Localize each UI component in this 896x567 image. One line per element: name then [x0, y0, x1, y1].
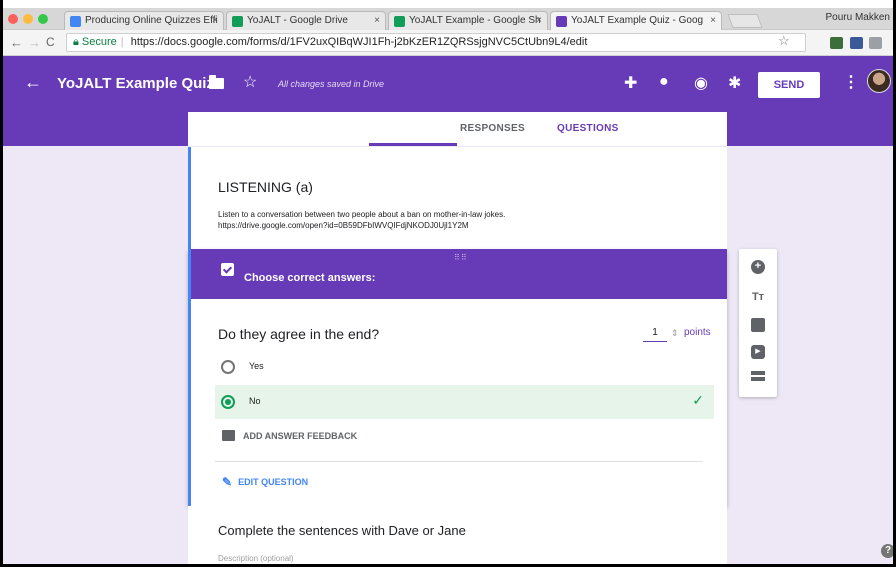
docs-favicon-icon [70, 16, 81, 27]
browser-tab-active[interactable]: YoJALT Example Quiz - Goog × [550, 11, 722, 30]
drive-favicon-icon [232, 16, 243, 27]
add-section-icon[interactable] [751, 371, 765, 381]
divider [215, 461, 703, 462]
question-title[interactable]: Do they agree in the end? [218, 326, 379, 342]
close-tab-icon[interactable]: × [710, 15, 716, 26]
addons-icon[interactable]: ✚ [624, 73, 637, 93]
points-stepper-icon[interactable]: ⇕ [671, 328, 679, 339]
clipped-document-heading [0, 0, 896, 8]
browser-tab-label: Producing Online Quizzes Effi [85, 15, 218, 26]
browser-tab-label: YoJALT Example - Google Sh [409, 15, 541, 26]
radio-button-selected[interactable] [221, 395, 235, 409]
add-answer-feedback-button[interactable]: ADD ANSWER FEEDBACK [222, 430, 357, 441]
edit-question-button[interactable]: ✎ EDIT QUESTION [222, 475, 308, 489]
add-title-icon[interactable]: Tт [751, 290, 765, 304]
next-question-title[interactable]: Complete the sentences with Dave or Jane [218, 523, 466, 538]
description-field[interactable]: Description (optional) [218, 554, 294, 563]
lock-icon: 🔒︎ [73, 36, 79, 48]
feedback-label: ADD ANSWER FEEDBACK [243, 431, 358, 441]
option-label: No [249, 396, 261, 406]
folder-icon[interactable] [209, 75, 224, 89]
tab-responses[interactable]: RESPONSES [460, 123, 525, 134]
extension-icon[interactable] [830, 37, 843, 49]
zoom-window-icon[interactable] [38, 14, 48, 24]
forms-header: ← YoJALT Example Quiz ☆ All changes save… [0, 56, 896, 112]
forms-favicon-icon [556, 16, 567, 27]
address-bar[interactable]: 🔒︎ Secure | https://docs.google.com/forms… [66, 33, 806, 52]
answer-option-correct[interactable]: No ✓ [215, 385, 714, 419]
forward-icon[interactable]: → [28, 35, 41, 50]
form-title[interactable]: YoJALT Example Quiz [57, 75, 214, 92]
pencil-icon: ✎ [222, 475, 233, 489]
send-button[interactable]: SEND [758, 72, 820, 98]
more-vert-icon[interactable]: ⋮ [843, 72, 859, 92]
close-window-icon[interactable] [8, 14, 18, 24]
back-icon[interactable]: ← [10, 35, 23, 50]
extension-icon[interactable] [869, 37, 882, 49]
preview-eye-icon[interactable]: ◉ [694, 73, 708, 93]
active-tab-indicator [369, 143, 457, 146]
drag-handle-icon[interactable]: ⠿⠿ [454, 253, 468, 262]
profile-name[interactable]: Pouru Makken [826, 12, 890, 23]
new-tab-button[interactable] [727, 14, 763, 28]
edit-question-label: EDIT QUESTION [238, 477, 309, 487]
next-question-card[interactable]: Complete the sentences with Dave or Jane… [188, 506, 727, 567]
section-header-card[interactable]: LISTENING (a) Listen to a conversation b… [188, 147, 727, 249]
answer-key-label: Choose correct answers: [244, 272, 376, 284]
browser-tab[interactable]: Producing Online Quizzes Effi × [64, 11, 224, 30]
feedback-icon [222, 430, 235, 441]
radio-button[interactable] [221, 360, 235, 374]
browser-tab-strip: Producing Online Quizzes Effi × YoJALT -… [0, 8, 896, 30]
points-label: points [684, 327, 711, 338]
save-status: All changes saved in Drive [278, 79, 385, 89]
section-description-link[interactable]: https://drive.google.com/open?id=0B59DFb… [218, 220, 505, 231]
answer-key-check-icon [221, 263, 234, 276]
sheets-favicon-icon [394, 16, 405, 27]
settings-gear-icon[interactable]: ✱ [728, 73, 741, 93]
tab-questions[interactable]: QUESTIONS [557, 123, 619, 134]
url-text: https://docs.google.com/forms/d/1FV2uxQI… [130, 36, 588, 48]
section-title[interactable]: LISTENING (a) [218, 179, 313, 195]
browser-toolbar: ← → C 🔒︎ Secure | https://docs.google.com… [0, 30, 896, 56]
reload-icon[interactable]: C [46, 35, 55, 49]
add-question-icon[interactable]: + [751, 260, 765, 274]
answer-option[interactable]: Yes [215, 350, 714, 384]
question-side-toolbar: + Tт ▶ [739, 249, 777, 397]
back-arrow-icon[interactable]: ← [24, 72, 42, 93]
browser-tab-label: YoJALT - Google Drive [247, 15, 348, 26]
close-tab-icon[interactable]: × [536, 15, 542, 26]
star-icon[interactable]: ☆ [243, 72, 257, 92]
section-description[interactable]: Listen to a conversation between two peo… [218, 209, 505, 231]
browser-tab[interactable]: YoJALT - Google Drive × [226, 11, 386, 30]
close-tab-icon[interactable]: × [212, 15, 218, 26]
form-tabs: QUESTIONS RESPONSES [188, 112, 727, 146]
palette-icon[interactable]: ● [659, 73, 669, 91]
extension-icon[interactable] [850, 37, 863, 49]
add-video-icon[interactable]: ▶ [751, 345, 765, 359]
section-description-line: Listen to a conversation between two peo… [218, 210, 506, 219]
close-tab-icon[interactable]: × [374, 15, 380, 26]
answer-key-header: ⠿⠿ Choose correct answers: [191, 249, 727, 299]
help-icon[interactable]: ? [881, 544, 895, 558]
correct-check-icon: ✓ [692, 392, 704, 408]
add-image-icon[interactable] [751, 318, 765, 332]
secure-label: Secure [81, 36, 117, 48]
bookmark-star-icon[interactable]: ☆ [778, 33, 790, 49]
minimize-window-icon[interactable] [23, 14, 33, 24]
points-input[interactable]: 1 [643, 327, 667, 342]
question-card[interactable]: ⠿⠿ Choose correct answers: Do they agree… [188, 249, 727, 506]
avatar[interactable] [867, 69, 891, 93]
option-label: Yes [249, 361, 264, 371]
browser-tab-label: YoJALT Example Quiz - Goog [571, 15, 704, 26]
browser-tab[interactable]: YoJALT Example - Google Sh × [388, 11, 548, 30]
